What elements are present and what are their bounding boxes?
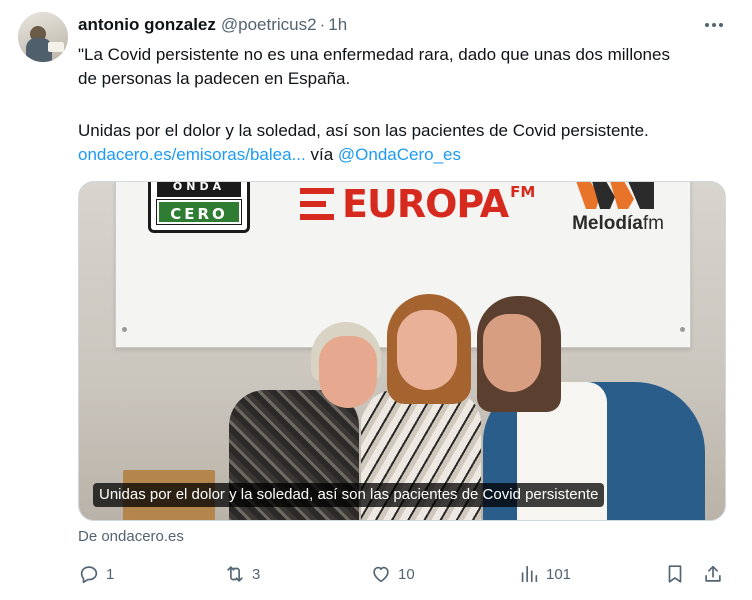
europa-fm-logo: EUROPA FM xyxy=(300,182,535,227)
reply-icon xyxy=(80,566,98,584)
person-3 xyxy=(483,314,541,392)
views-icon xyxy=(521,565,538,583)
repost-count: 3 xyxy=(252,565,261,583)
person-2 xyxy=(397,310,457,390)
like-button[interactable]: 10 xyxy=(370,560,415,588)
image-caption: Unidas por el dolor y la soledad, así so… xyxy=(93,483,605,507)
display-name[interactable]: antonio gonzalez xyxy=(78,15,216,35)
person-1 xyxy=(319,336,377,408)
onda-cero-logo: ONDA CERO xyxy=(148,182,250,233)
views-count: 101 xyxy=(546,565,572,583)
reply-button[interactable]: 1 xyxy=(78,560,114,588)
bookmark-button[interactable] xyxy=(664,560,686,588)
melodia-fm-logo: Melodíafm xyxy=(566,182,670,243)
separator-dot: · xyxy=(319,15,326,34)
avatar[interactable] xyxy=(18,12,68,62)
via-label: vía xyxy=(310,145,334,164)
views-button[interactable]: 101 xyxy=(518,560,571,588)
repost-icon xyxy=(227,566,243,582)
tweet-header: antonio gonzalez @poetricus2 · 1h xyxy=(78,14,347,36)
tweet-text-line-3: Unidas por el dolor y la soledad, así so… xyxy=(78,121,649,140)
timestamp[interactable]: 1h xyxy=(328,15,347,35)
mention-link[interactable]: @OndaCero_es xyxy=(338,145,461,164)
tweet-text-line-1: "La Covid persistente no es una enfermed… xyxy=(78,45,670,64)
share-button[interactable] xyxy=(702,560,724,588)
more-icon[interactable] xyxy=(700,14,728,36)
share-icon xyxy=(705,565,721,582)
link-card-image[interactable]: ONDA CERO EUROPA FM Melodíafm Unidas por… xyxy=(78,181,726,521)
reply-count: 1 xyxy=(106,565,115,583)
heart-icon xyxy=(373,566,389,583)
tweet-text-line-4: ondacero.es/emisoras/balea... vía @OndaC… xyxy=(78,143,728,167)
article-link[interactable]: ondacero.es/emisoras/balea... xyxy=(78,145,306,164)
like-count: 10 xyxy=(398,565,415,583)
bookmark-icon xyxy=(668,565,682,583)
tweet-text-line-2: de personas la padecen en España. xyxy=(78,69,351,88)
action-bar: 1 3 10 101 xyxy=(78,560,728,588)
tweet[interactable]: antonio gonzalez @poetricus2 · 1h "La Co… xyxy=(0,0,752,600)
link-source[interactable]: De ondacero.es xyxy=(78,528,184,545)
user-handle[interactable]: @poetricus2 xyxy=(221,15,317,35)
repost-button[interactable]: 3 xyxy=(224,560,260,588)
